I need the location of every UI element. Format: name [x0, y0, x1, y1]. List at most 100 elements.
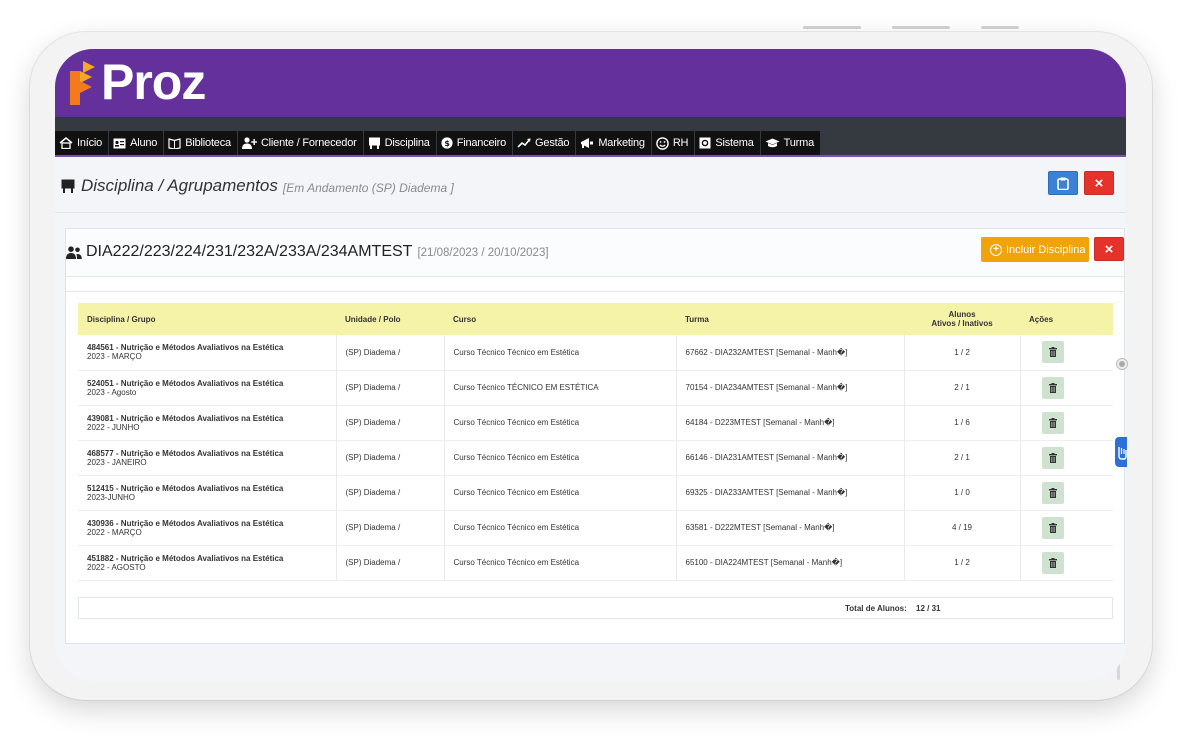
totals-value: 12 / 31: [916, 604, 941, 613]
dollar-circle-icon: $: [441, 137, 453, 149]
group-code: DIA222/223/224/231/232A/233A/234AMTEST: [86, 243, 413, 260]
logo-text: Proz: [101, 54, 206, 110]
nav-item-turma[interactable]: Turma: [760, 131, 821, 155]
trash-icon: [1048, 347, 1057, 358]
gear-box-icon: [699, 137, 711, 149]
delete-button[interactable]: [1041, 341, 1064, 364]
col-header-curso: Curso: [444, 303, 676, 335]
page-close-button[interactable]: ×: [1084, 171, 1114, 195]
nav-item-cliente-fornecedor[interactable]: Cliente / Fornecedor: [237, 131, 363, 155]
discipline-name: 439081 - Nutrição e Métodos Avaliativos …: [87, 413, 284, 423]
add-discipline-button[interactable]: + Incluir Disciplina: [981, 237, 1089, 262]
table-row: 468577 - Nutrição e Métodos Avaliativos …: [78, 440, 1113, 476]
cell-acoes: [1020, 475, 1113, 511]
disciplines-panel: Disciplina / Grupo Unidade / Polo Curso …: [66, 291, 1124, 643]
nav-item-label: Turma: [783, 137, 815, 149]
cell-curso: Curso Técnico Técnico em Estética: [444, 510, 677, 546]
trash-icon: [1048, 557, 1057, 568]
delete-button[interactable]: [1041, 411, 1064, 434]
chalkboard-icon: [368, 137, 380, 149]
cell-curso: Curso Técnico Técnico em Estética: [444, 335, 677, 371]
cell-acoes: [1020, 440, 1113, 476]
discipline-group: 2022 - AGOSTO: [87, 562, 146, 572]
smile-icon: [656, 136, 669, 150]
group-close-button[interactable]: ×: [1094, 237, 1124, 261]
delete-button[interactable]: [1041, 446, 1064, 469]
cell-unidade: (SP) Diadema /: [336, 440, 445, 476]
accessibility-tab[interactable]: [1115, 437, 1127, 467]
top-indicator: [892, 26, 950, 29]
cell-unidade: (SP) Diadema /: [336, 510, 445, 546]
nav-item-label: Sistema: [715, 137, 754, 149]
nav-item-sistema[interactable]: Sistema: [695, 131, 760, 155]
discipline-group: 2023 - MARÇO: [87, 352, 142, 362]
nav-item-label: Início: [77, 137, 103, 149]
cell-curso: Curso Técnico TÉCNICO EM ESTÉTICA: [444, 370, 677, 406]
cell-acoes: [1020, 405, 1113, 441]
trend-icon: [517, 138, 531, 148]
top-indicator: [981, 26, 1019, 29]
col-header-unidade: Unidade / Polo: [336, 303, 444, 335]
logo[interactable]: Proz: [67, 54, 206, 110]
nav-item-label: Marketing: [598, 137, 645, 149]
copy-button[interactable]: [1048, 171, 1078, 195]
svg-text:$: $: [444, 139, 450, 148]
home-icon: [59, 137, 73, 149]
page-title-text: Disciplina / Agrupamentos: [81, 176, 278, 195]
table-header-row: Disciplina / Grupo Unidade / Polo Curso …: [78, 303, 1113, 335]
disciplines-table: Disciplina / Grupo Unidade / Polo Curso …: [78, 303, 1113, 581]
nav-item-financeiro[interactable]: $ Financeiro: [436, 131, 513, 155]
col-header-alunos-line2: Ativos / Inativos: [931, 319, 993, 328]
trash-icon: [1048, 382, 1057, 393]
discipline-group: 2023 - JANEIRO: [87, 457, 147, 467]
nav-item-disciplina[interactable]: Disciplina: [363, 131, 436, 155]
discipline-group: 2023 - Agosto: [87, 387, 137, 397]
trash-icon: [1048, 452, 1057, 463]
group-card: DIA222/223/224/231/232A/233A/234AMTEST […: [65, 228, 1125, 644]
user-plus-icon: [241, 137, 257, 149]
nav-item-biblioteca[interactable]: Biblioteca: [164, 131, 237, 155]
cell-disciplina: 468577 - Nutrição e Métodos Avaliativos …: [78, 440, 337, 476]
trash-icon: [1048, 417, 1057, 428]
nav-item-label: RH: [672, 137, 689, 149]
col-header-alunos-line1: Alunos: [948, 310, 976, 319]
cell-acoes: [1020, 335, 1113, 371]
logo-mark-icon: [67, 59, 99, 105]
nav-item-rh[interactable]: RH: [651, 131, 695, 155]
id-card-icon: [113, 138, 126, 148]
nav-item-label: Financeiro: [456, 137, 507, 149]
cell-disciplina: 512415 - Nutrição e Métodos Avaliativos …: [78, 475, 337, 511]
col-header-turma: Turma: [676, 303, 904, 335]
cell-curso: Curso Técnico Técnico em Estética: [444, 405, 677, 441]
totals-row: Total de Alunos: 12 / 31: [78, 597, 1113, 619]
discipline-name: 484561 - Nutrição e Métodos Avaliativos …: [87, 343, 284, 353]
cell-unidade: (SP) Diadema /: [336, 475, 445, 511]
cell-alunos: 1 / 2: [904, 335, 1021, 371]
megaphone-icon: [581, 138, 594, 148]
delete-button[interactable]: [1041, 376, 1064, 399]
nav-item-aluno[interactable]: Aluno: [109, 131, 164, 155]
cell-disciplina: 430936 - Nutrição e Métodos Avaliativos …: [78, 510, 337, 546]
cell-unidade: (SP) Diadema /: [336, 335, 445, 371]
nav-item-inicio[interactable]: Início: [55, 131, 109, 155]
side-scroll-indicator[interactable]: [1116, 358, 1128, 370]
cell-acoes: [1020, 370, 1113, 406]
cell-alunos: 4 / 19: [904, 510, 1021, 546]
nav-item-marketing[interactable]: Marketing: [576, 131, 651, 155]
cell-disciplina: 451882 - Nutrição e Métodos Avaliativos …: [78, 545, 337, 581]
nav-item-gestao[interactable]: Gestão: [513, 131, 576, 155]
delete-button[interactable]: [1041, 516, 1064, 539]
clipboard-icon: [1057, 177, 1069, 190]
trash-icon: [1048, 522, 1057, 533]
discipline-name: 451882 - Nutrição e Métodos Avaliativos …: [87, 553, 284, 563]
cell-turma: 63581 - D222MTEST [Semanal - Manh�]: [676, 510, 905, 546]
delete-button[interactable]: [1041, 551, 1064, 574]
cell-unidade: (SP) Diadema /: [336, 370, 445, 406]
cell-curso: Curso Técnico Técnico em Estética: [444, 475, 677, 511]
cell-turma: 64184 - D223MTEST [Semanal - Manh�]: [676, 405, 905, 441]
delete-button[interactable]: [1041, 481, 1064, 504]
cell-turma: 65100 - DIA224MTEST [Semanal - Manh�]: [676, 545, 905, 581]
cell-acoes: [1020, 545, 1113, 581]
cell-turma: 70154 - DIA234AMTEST [Semanal - Manh�]: [676, 370, 905, 406]
nav-item-label: Biblioteca: [185, 137, 231, 149]
